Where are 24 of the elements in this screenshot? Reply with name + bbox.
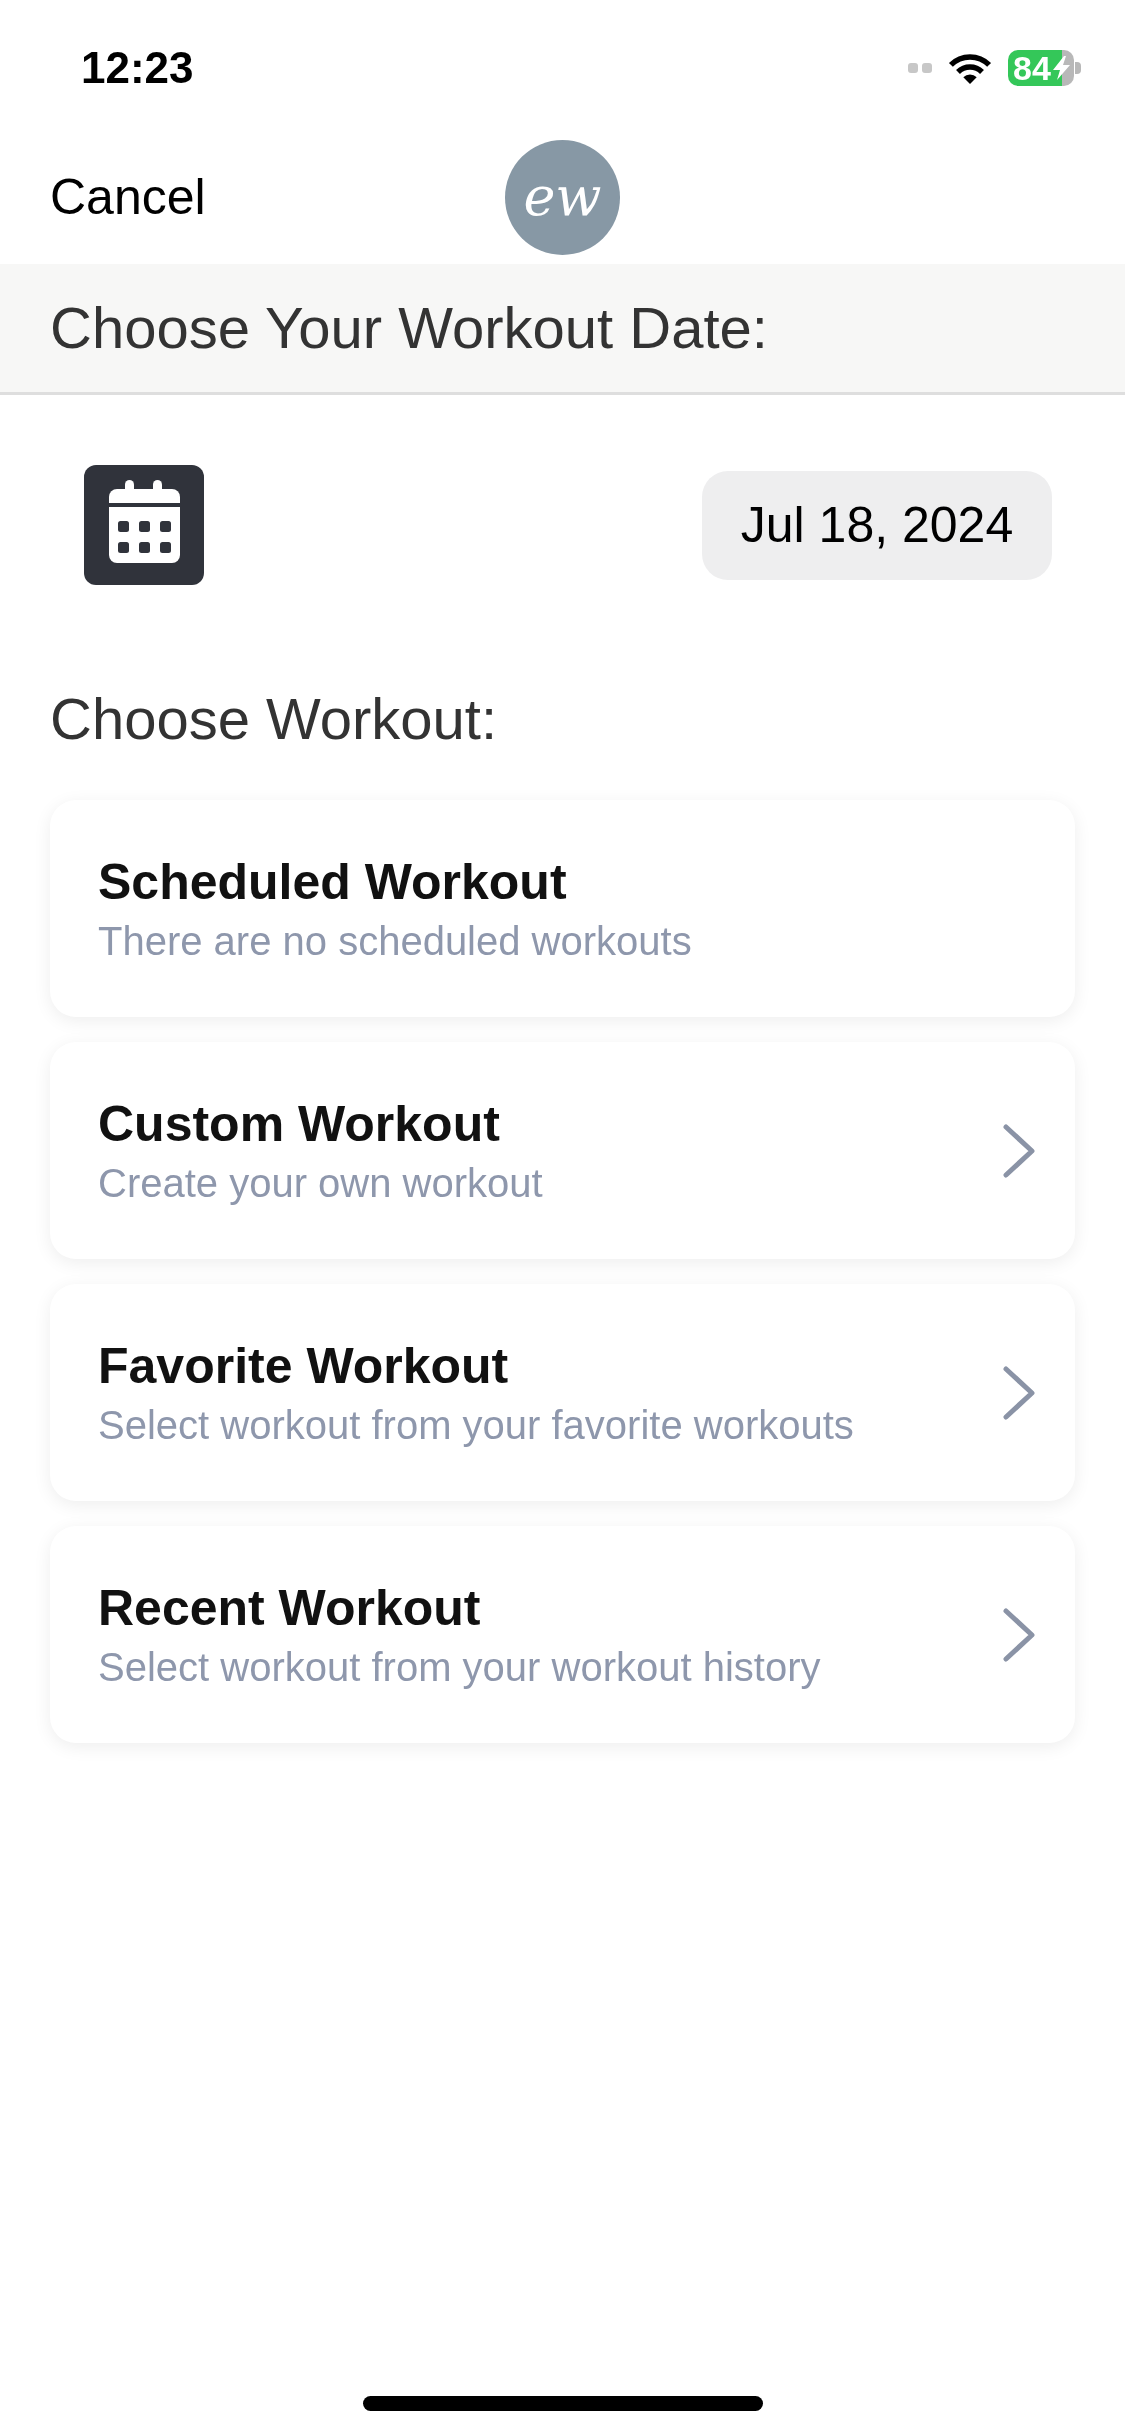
option-subtitle: There are no scheduled workouts — [98, 917, 692, 965]
calendar-icon[interactable] — [84, 465, 204, 585]
battery-indicator: 84 — [1008, 50, 1081, 86]
section-title: Choose Your Workout Date: — [50, 294, 768, 362]
section-title: Choose Workout: — [50, 685, 498, 753]
chevron-right-icon — [1002, 1606, 1036, 1663]
app-logo: ew — [505, 139, 620, 255]
status-time: 12:23 — [81, 42, 194, 94]
option-subtitle: Select workout from your favorite workouts — [98, 1401, 854, 1449]
cellular-signal-icon — [908, 63, 932, 73]
option-title: Favorite Workout — [98, 1336, 510, 1395]
workout-option-card[interactable]: Recent Workout Select workout from your workout history — [50, 1526, 1075, 1743]
date-picker-button[interactable]: Jul 18, 2024 — [702, 470, 1052, 580]
wifi-icon — [947, 51, 993, 85]
option-subtitle: Create your own workout — [98, 1159, 543, 1207]
option-title: Recent Workout — [98, 1578, 482, 1637]
option-title: Custom Workout — [98, 1094, 501, 1153]
option-subtitle: Select workout from your workout history — [98, 1643, 821, 1691]
option-title: Scheduled Workout — [98, 852, 568, 911]
chevron-right-icon — [1002, 1122, 1036, 1179]
workout-option-card[interactable]: Custom Workout Create your own workout — [50, 1042, 1075, 1259]
chevron-right-icon — [1002, 1364, 1036, 1421]
workout-option-card[interactable]: Favorite Workout Select workout from your favorite workouts — [50, 1284, 1075, 1501]
cancel-button[interactable]: Cancel — [50, 167, 206, 227]
